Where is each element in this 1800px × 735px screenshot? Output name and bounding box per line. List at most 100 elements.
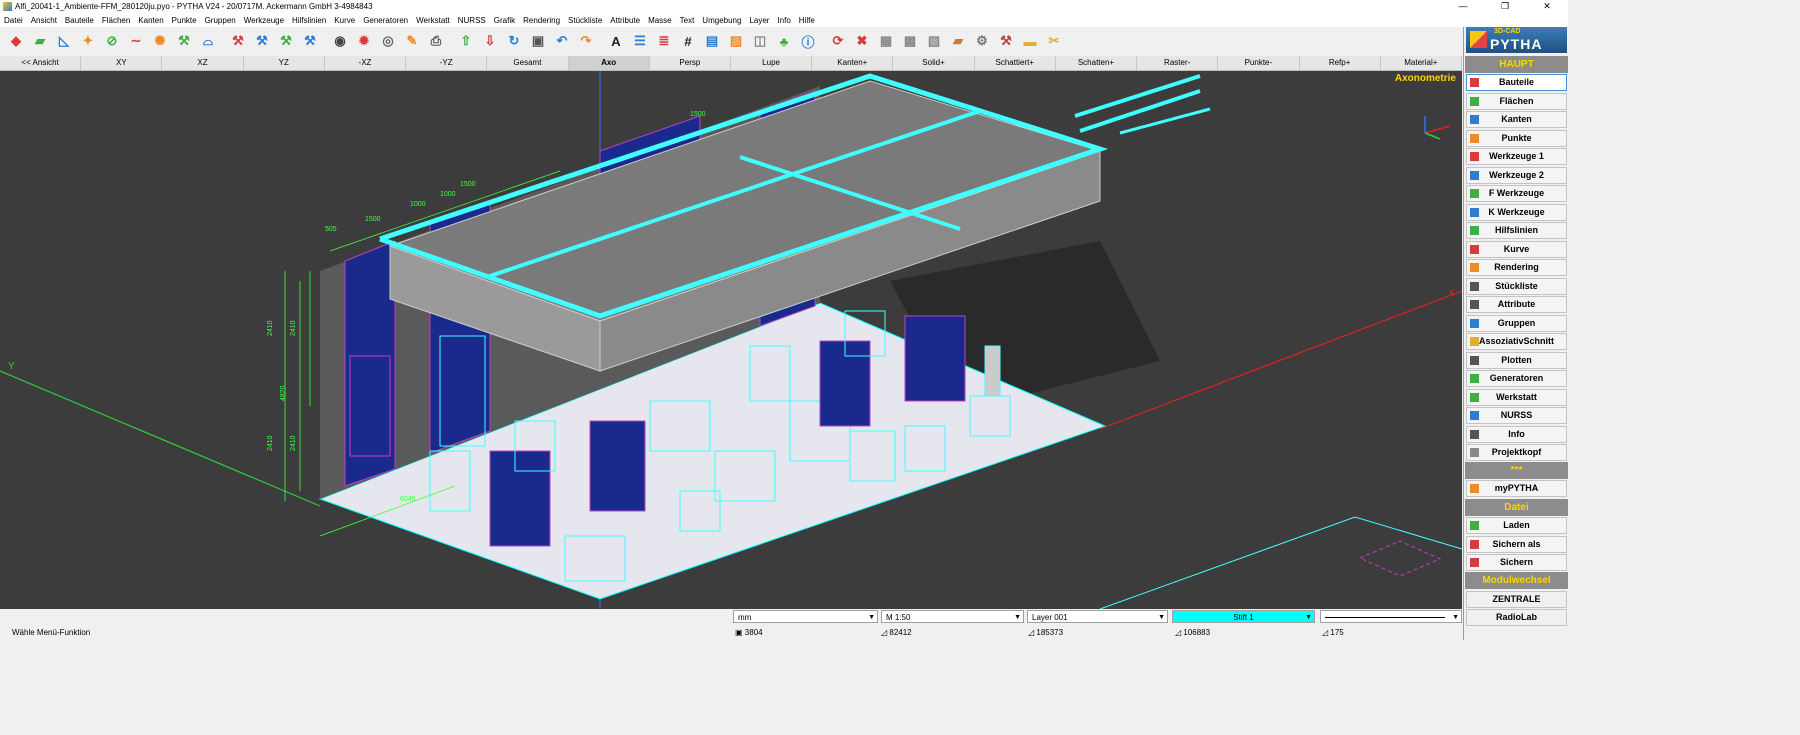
hilfslinien-icon[interactable]: ⊘	[102, 31, 122, 51]
panel-item-1[interactable]: Flächen	[1466, 92, 1567, 110]
menu-item-21[interactable]: Info	[773, 16, 794, 25]
menu-item-6[interactable]: Gruppen	[201, 16, 240, 25]
panel-item-19[interactable]: Info	[1466, 425, 1567, 443]
view-button-17[interactable]: Material+	[1381, 56, 1462, 70]
tree-icon[interactable]: ♣	[774, 31, 794, 51]
menu-item-19[interactable]: Umgebung	[698, 16, 745, 25]
menu-item-4[interactable]: Kanten	[134, 16, 167, 25]
panel-item-13[interactable]: Gruppen	[1466, 314, 1567, 332]
list-icon[interactable]: ☰	[630, 31, 650, 51]
render-icon[interactable]: ✹	[354, 31, 374, 51]
menu-item-2[interactable]: Bauteile	[61, 16, 98, 25]
sichern-button[interactable]: Sichern	[1466, 554, 1567, 571]
panel-item-2[interactable]: Kanten	[1466, 111, 1567, 128]
menu-item-18[interactable]: Text	[676, 16, 699, 25]
mypytha-button[interactable]: myPYTHA	[1466, 480, 1567, 497]
view-button-1[interactable]: XY	[81, 56, 163, 70]
pen-select[interactable]: Stift 1 ▼	[1172, 610, 1315, 623]
panel-item-4[interactable]: Werkzeuge 1	[1466, 148, 1567, 165]
panel-item-8[interactable]: Hilfslinien	[1466, 222, 1567, 239]
werkstatt-icon[interactable]: ⚒	[174, 31, 194, 51]
layer-list-icon[interactable]: ≣	[654, 31, 674, 51]
panel-item-17[interactable]: Werkstatt	[1466, 388, 1567, 406]
zentrale-button[interactable]: ZENTRALE	[1466, 591, 1567, 608]
view-button-6[interactable]: Gesamt	[487, 56, 569, 70]
menu-item-16[interactable]: Attribute	[606, 16, 644, 25]
view-button-9[interactable]: Lupe	[731, 56, 813, 70]
wrench-icon[interactable]: ⚙	[972, 31, 992, 51]
view-button-2[interactable]: XZ	[162, 56, 244, 70]
panel-item-15[interactable]: Plotten	[1466, 351, 1567, 369]
sichern-als-button[interactable]: Sichern als	[1466, 536, 1567, 553]
hammer-icon[interactable]: ⚒	[996, 31, 1016, 51]
menu-item-17[interactable]: Masse	[644, 16, 676, 25]
menu-item-20[interactable]: Layer	[745, 16, 773, 25]
linetype-select[interactable]: ▼	[1320, 610, 1462, 623]
menu-item-12[interactable]: NURSS	[454, 16, 490, 25]
panel-item-11[interactable]: Stückliste	[1466, 277, 1567, 295]
view-button-10[interactable]: Kanten+	[812, 56, 894, 70]
view-button-0[interactable]: << Ansicht	[0, 56, 82, 70]
info-icon[interactable]: ⓘ	[798, 31, 818, 51]
flaeche-icon[interactable]: ▰	[30, 31, 50, 51]
werkzeug2-icon[interactable]: ⚒	[252, 31, 272, 51]
view-button-12[interactable]: Schattiert+	[975, 56, 1056, 70]
panel-item-20[interactable]: Projektkopf	[1466, 444, 1567, 461]
panel-item-3[interactable]: Punkte	[1466, 129, 1567, 147]
menu-item-13[interactable]: Grafik	[490, 16, 519, 25]
redo-icon[interactable]: ↷	[576, 31, 596, 51]
panel-item-6[interactable]: F Werkzeuge	[1466, 185, 1567, 202]
menu-item-5[interactable]: Punkte	[168, 16, 201, 25]
import-icon[interactable]: ⇩	[480, 31, 500, 51]
menu-item-3[interactable]: Flächen	[98, 16, 134, 25]
menu-item-10[interactable]: Generatoren	[359, 16, 412, 25]
panel-item-18[interactable]: NURSS	[1466, 407, 1567, 424]
laden-button[interactable]: Laden	[1466, 517, 1567, 534]
generator-icon[interactable]: ✺	[150, 31, 170, 51]
kante-icon[interactable]: ◺	[54, 31, 74, 51]
camera-icon[interactable]: ◉	[330, 31, 350, 51]
print-icon[interactable]: ⎙	[426, 31, 446, 51]
menu-item-22[interactable]: Hilfe	[795, 16, 819, 25]
fwerkzeug-icon[interactable]: ⚒	[276, 31, 296, 51]
menu-item-15[interactable]: Stückliste	[564, 16, 606, 25]
nurss-icon[interactable]: ⌓	[198, 31, 218, 51]
panel-item-12[interactable]: Attribute	[1466, 296, 1567, 313]
unit-select[interactable]: mm ▼	[733, 610, 878, 623]
close-button[interactable]: ✕	[1526, 0, 1568, 13]
counter-icon[interactable]: #	[678, 31, 698, 51]
pen-icon[interactable]: ✎	[402, 31, 422, 51]
hatch-icon[interactable]: ▨	[726, 31, 746, 51]
panel-item-5[interactable]: Werkzeuge 2	[1466, 166, 1567, 184]
panel-item-0[interactable]: Bauteile	[1466, 74, 1567, 91]
panel-item-14[interactable]: AssoziativSchnitt	[1466, 333, 1567, 350]
view-button-4[interactable]: -XZ	[325, 56, 407, 70]
menu-item-11[interactable]: Werkstatt	[412, 16, 454, 25]
menu-item-7[interactable]: Werkzeuge	[240, 16, 288, 25]
folder-icon[interactable]: ▬	[1020, 31, 1040, 51]
kwerkzeug-icon[interactable]: ⚒	[300, 31, 320, 51]
menu-item-9[interactable]: Kurve	[330, 16, 359, 25]
view-button-7[interactable]: Axo	[568, 56, 650, 70]
attr-icon[interactable]: A	[606, 31, 626, 51]
delete-icon[interactable]: ✖	[852, 31, 872, 51]
boxes-icon[interactable]: ▩	[900, 31, 920, 51]
menu-item-14[interactable]: Rendering	[519, 16, 564, 25]
minimize-button[interactable]: —	[1442, 0, 1484, 13]
layers-icon[interactable]: ◫	[750, 31, 770, 51]
panel-item-16[interactable]: Generatoren	[1466, 370, 1567, 387]
package-icon[interactable]: ▰	[948, 31, 968, 51]
view-button-3[interactable]: YZ	[244, 56, 325, 70]
cad-viewport[interactable]: Y X 2410 2410 4820 2410 2410 1500 1500 1…	[0, 71, 1462, 609]
panel-item-9[interactable]: Kurve	[1466, 240, 1567, 258]
layer-select[interactable]: Layer 001 ▼	[1027, 610, 1168, 623]
view-button-15[interactable]: Punkte-	[1218, 56, 1300, 70]
cup-icon[interactable]: ▣	[528, 31, 548, 51]
scissors-icon[interactable]: ✂	[1044, 31, 1064, 51]
maximize-button[interactable]: ❐	[1484, 0, 1526, 13]
kurve-icon[interactable]: ∼	[126, 31, 146, 51]
eye-icon[interactable]: ◎	[378, 31, 398, 51]
panel-item-7[interactable]: K Werkzeuge	[1466, 203, 1567, 221]
pages-icon[interactable]: ▤	[702, 31, 722, 51]
view-button-13[interactable]: Schatten+	[1056, 56, 1138, 70]
